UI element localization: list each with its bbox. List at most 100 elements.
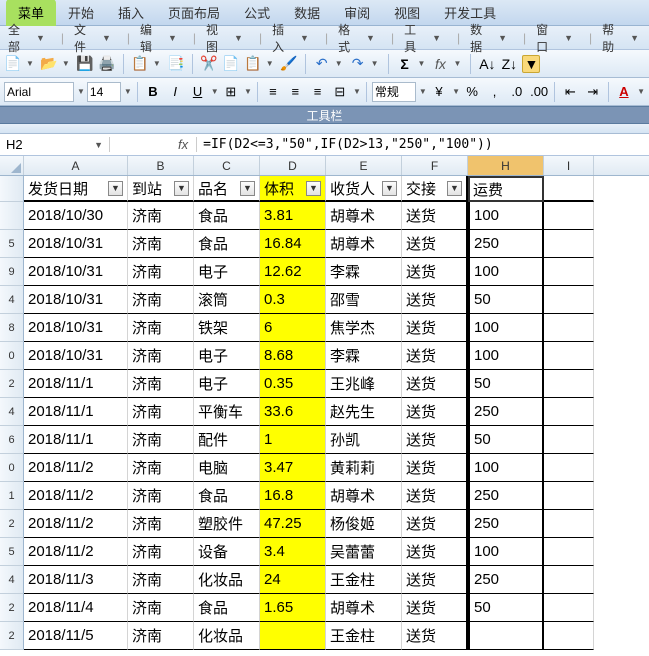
merge-button[interactable]: ⊟ xyxy=(330,82,350,102)
currency-button[interactable]: ¥ xyxy=(429,82,449,102)
cell[interactable]: 送货 xyxy=(402,202,468,230)
cell[interactable]: 1.65 xyxy=(260,594,326,622)
sort-asc-icon[interactable]: A↓ xyxy=(478,55,496,73)
cell[interactable]: 济南 xyxy=(128,538,194,566)
sum-icon[interactable]: Σ xyxy=(396,55,414,73)
fx-icon[interactable]: fx xyxy=(431,55,449,73)
row-header[interactable]: 2 xyxy=(0,594,24,622)
sec-menu-item[interactable]: 格式 xyxy=(334,21,362,55)
cell[interactable]: 100 xyxy=(468,538,544,566)
dropdown-icon[interactable]: ▼ xyxy=(98,33,115,43)
cell[interactable]: 济南 xyxy=(128,202,194,230)
cell[interactable]: 送货 xyxy=(402,510,468,538)
cell[interactable] xyxy=(544,286,594,314)
cell[interactable]: 济南 xyxy=(128,230,194,258)
header-cell[interactable]: 体积▼ xyxy=(260,176,326,202)
select-all-corner[interactable] xyxy=(0,156,24,175)
cell[interactable]: 2018/11/4 xyxy=(24,594,128,622)
cell[interactable]: 100 xyxy=(468,454,544,482)
cell[interactable] xyxy=(544,482,594,510)
cell[interactable]: 胡尊术 xyxy=(326,594,402,622)
cell[interactable]: 济南 xyxy=(128,566,194,594)
filter-icon[interactable]: ▼ xyxy=(522,55,540,73)
cell[interactable]: 50 xyxy=(468,286,544,314)
row-header[interactable]: 2 xyxy=(0,510,24,538)
name-box[interactable]: H2▼ xyxy=(0,137,110,152)
cell[interactable]: 王金柱 xyxy=(326,566,402,594)
col-header-F[interactable]: F xyxy=(402,156,468,175)
cell[interactable]: 100 xyxy=(468,314,544,342)
header-cell[interactable]: 到站▼ xyxy=(128,176,194,202)
cell[interactable] xyxy=(544,510,594,538)
dropdown-icon[interactable]: ▼ xyxy=(32,33,49,43)
cell[interactable]: 李霖 xyxy=(326,342,402,370)
align-right-button[interactable]: ≡ xyxy=(307,82,327,102)
redo-icon[interactable]: ↷ xyxy=(349,55,367,73)
cell[interactable]: 送货 xyxy=(402,258,468,286)
fx-label[interactable]: fx xyxy=(170,137,197,152)
cell[interactable]: 济南 xyxy=(128,454,194,482)
col-header-I[interactable]: I xyxy=(544,156,594,175)
font-name-input[interactable] xyxy=(4,82,74,102)
new-icon[interactable]: 📄 xyxy=(4,55,22,73)
sec-menu-item[interactable]: 数据 xyxy=(466,21,494,55)
cell[interactable]: 李霖 xyxy=(326,258,402,286)
cell[interactable]: 250 xyxy=(468,230,544,258)
align-left-button[interactable]: ≡ xyxy=(263,82,283,102)
cell[interactable]: 赵先生 xyxy=(326,398,402,426)
cell[interactable]: 100 xyxy=(468,202,544,230)
cell[interactable]: 8.68 xyxy=(260,342,326,370)
cell[interactable]: 济南 xyxy=(128,342,194,370)
cell[interactable]: 食品 xyxy=(194,482,260,510)
cell[interactable]: 化妆品 xyxy=(194,566,260,594)
col-header-D[interactable]: D xyxy=(260,156,326,175)
row-header[interactable]: 2 xyxy=(0,622,24,650)
row-header[interactable]: 8 xyxy=(0,314,24,342)
indent-dec-button[interactable]: ⇤ xyxy=(560,82,580,102)
italic-button[interactable]: I xyxy=(165,82,185,102)
cell[interactable]: 济南 xyxy=(128,314,194,342)
row-header[interactable]: 4 xyxy=(0,566,24,594)
cell[interactable]: 送货 xyxy=(402,426,468,454)
cell[interactable] xyxy=(544,370,594,398)
paste2-icon[interactable]: 📋 xyxy=(244,55,262,73)
cell[interactable]: 济南 xyxy=(128,622,194,650)
cell[interactable]: 王金柱 xyxy=(326,622,402,650)
cell[interactable]: 送货 xyxy=(402,398,468,426)
dropdown-icon[interactable]: ▼ xyxy=(230,33,247,43)
cell[interactable]: 设备 xyxy=(194,538,260,566)
cell[interactable]: 47.25 xyxy=(260,510,326,538)
sec-menu-item[interactable]: 窗口 xyxy=(532,21,560,55)
col-header-C[interactable]: C xyxy=(194,156,260,175)
dropdown-icon[interactable]: ▼ xyxy=(296,33,313,43)
header-cell[interactable]: 品名▼ xyxy=(194,176,260,202)
copy-icon[interactable]: 📑 xyxy=(167,55,185,73)
cell[interactable]: 送货 xyxy=(402,594,468,622)
cell[interactable]: 送货 xyxy=(402,622,468,650)
cell[interactable]: 铁架 xyxy=(194,314,260,342)
dec-dec-button[interactable]: .00 xyxy=(529,82,549,102)
cell[interactable]: 2018/10/31 xyxy=(24,314,128,342)
cell[interactable] xyxy=(544,426,594,454)
cell[interactable]: 50 xyxy=(468,426,544,454)
cell[interactable] xyxy=(544,594,594,622)
cell[interactable]: 2018/11/1 xyxy=(24,370,128,398)
cell[interactable]: 2018/11/3 xyxy=(24,566,128,594)
cell[interactable]: 济南 xyxy=(128,594,194,622)
cell[interactable]: 3.47 xyxy=(260,454,326,482)
cell[interactable]: 送货 xyxy=(402,342,468,370)
row-header[interactable]: 9 xyxy=(0,258,24,286)
cell[interactable]: 3.81 xyxy=(260,202,326,230)
row-header[interactable]: 0 xyxy=(0,342,24,370)
format-painter-icon[interactable]: 🖌️ xyxy=(280,55,298,73)
undo-icon[interactable]: ↶ xyxy=(313,55,331,73)
cell[interactable]: 送货 xyxy=(402,454,468,482)
save-icon[interactable]: 💾 xyxy=(76,55,94,73)
cell[interactable]: 邵雪 xyxy=(326,286,402,314)
cell[interactable]: 50 xyxy=(468,594,544,622)
cell[interactable]: 食品 xyxy=(194,594,260,622)
cell[interactable]: 济南 xyxy=(128,258,194,286)
print-icon[interactable]: 🖨️ xyxy=(98,55,116,73)
cell[interactable] xyxy=(544,454,594,482)
dropdown-icon[interactable]: ▼ xyxy=(164,33,181,43)
